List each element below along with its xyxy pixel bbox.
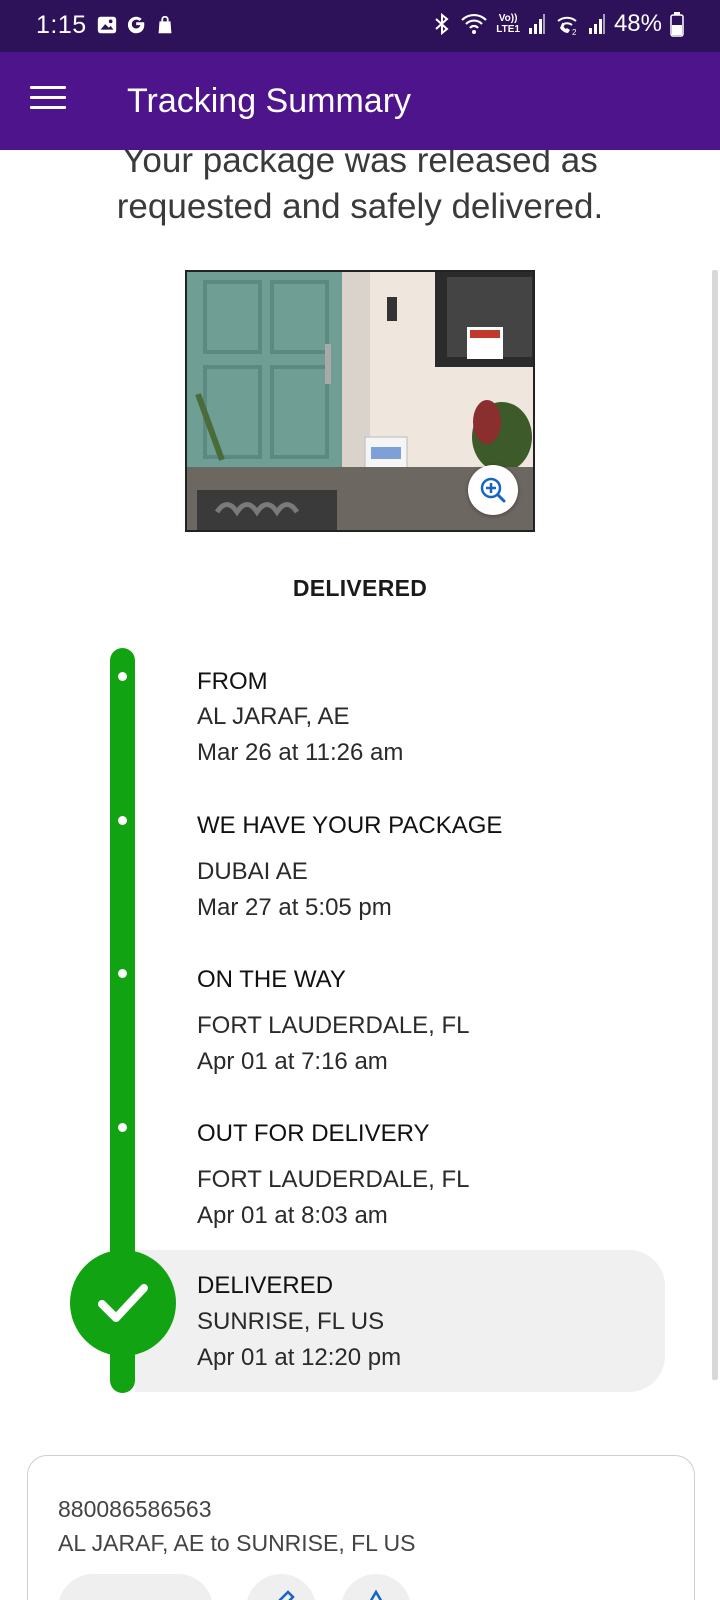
event-title: ON THE WAY <box>197 966 346 993</box>
event-time: Apr 01 at 12:20 pm <box>197 1344 402 1371</box>
event-title: WE HAVE YOUR PACKAGE <box>197 812 503 839</box>
svg-text:2: 2 <box>572 28 577 36</box>
zoom-in-button[interactable] <box>468 465 518 515</box>
event-time: Mar 27 at 5:05 pm <box>197 894 392 921</box>
edit-button[interactable] <box>246 1574 316 1600</box>
shopping-bag-icon <box>158 15 172 34</box>
lte-label: LTE1 <box>496 24 520 35</box>
timeline-dot <box>118 816 127 825</box>
event-title: FROM <box>197 668 268 695</box>
edit-icon <box>278 1590 295 1600</box>
timeline-dot <box>118 969 127 978</box>
delivery-message: Your package was released as requested a… <box>0 150 720 240</box>
status-time: 1:15 <box>36 11 87 39</box>
battery-icon <box>670 12 684 37</box>
delivery-status: DELIVERED <box>292 575 428 601</box>
timeline-dot <box>118 672 127 681</box>
app-bar: Tracking Summary <box>0 52 720 150</box>
delivery-message-line2: requested and safely delivered. <box>116 187 604 226</box>
event-location: FORT LAUDERDALE, FL <box>197 1012 470 1039</box>
bluetooth-icon <box>435 12 449 36</box>
event-location: DUBAI AE <box>197 858 308 885</box>
delivered-check-icon <box>70 1250 176 1356</box>
page-title: Tracking Summary <box>127 82 412 120</box>
scrollbar[interactable] <box>712 270 718 1380</box>
google-icon <box>127 16 145 34</box>
gallery-icon <box>97 16 117 34</box>
event-location: FORT LAUDERDALE, FL <box>197 1166 470 1193</box>
volte-label: Vo)) <box>498 13 518 24</box>
wifi-icon <box>461 13 488 34</box>
signal-icon <box>528 14 545 34</box>
timeline-dot <box>118 1123 127 1132</box>
event-title: DELIVERED <box>197 1272 334 1299</box>
status-bar: 1:15 Vo)) LTE1 2 48% <box>0 0 720 52</box>
wifi-calling-icon: 2 <box>557 16 577 36</box>
share-icon <box>369 1589 383 1600</box>
timeline-event: WE HAVE YOUR PACKAGE DUBAI AE Mar 27 at … <box>197 812 502 922</box>
action-button[interactable] <box>58 1574 213 1600</box>
event-time: Apr 01 at 8:03 am <box>197 1202 388 1229</box>
volte-lte1-icon: Vo)) LTE1 <box>496 13 520 35</box>
tracking-number: 880086586563 <box>58 1496 212 1522</box>
zoom-in-icon <box>480 477 506 503</box>
shipment-route: AL JARAF, AE to SUNRISE, FL US <box>58 1530 416 1556</box>
delivery-message-line1: Your package was released as <box>122 150 598 180</box>
battery-percent: 48% <box>613 10 662 37</box>
signal-2-icon <box>588 14 605 34</box>
shipment-card[interactable]: 880086586563 AL JARAF, AE to SUNRISE, FL… <box>27 1455 695 1600</box>
event-location: SUNRISE, FL US <box>197 1308 385 1335</box>
timeline-event-current: DELIVERED SUNRISE, FL US Apr 01 at 12:20… <box>197 1272 401 1372</box>
event-location: AL JARAF, AE <box>197 703 350 730</box>
status-right-icons: Vo)) LTE1 2 48% <box>432 10 684 38</box>
status-left-icons <box>96 14 176 36</box>
timeline-event: ON THE WAY FORT LAUDERDALE, FL Apr 01 at… <box>197 966 470 1076</box>
timeline-event: OUT FOR DELIVERY FORT LAUDERDALE, FL Apr… <box>197 1120 470 1230</box>
menu-icon[interactable] <box>30 86 66 116</box>
event-time: Mar 26 at 11:26 am <box>197 739 404 766</box>
event-time: Apr 01 at 7:16 am <box>197 1048 388 1075</box>
timeline-event: FROM AL JARAF, AE Mar 26 at 11:26 am <box>197 668 403 767</box>
event-title: OUT FOR DELIVERY <box>197 1120 430 1147</box>
share-button[interactable] <box>341 1574 411 1600</box>
